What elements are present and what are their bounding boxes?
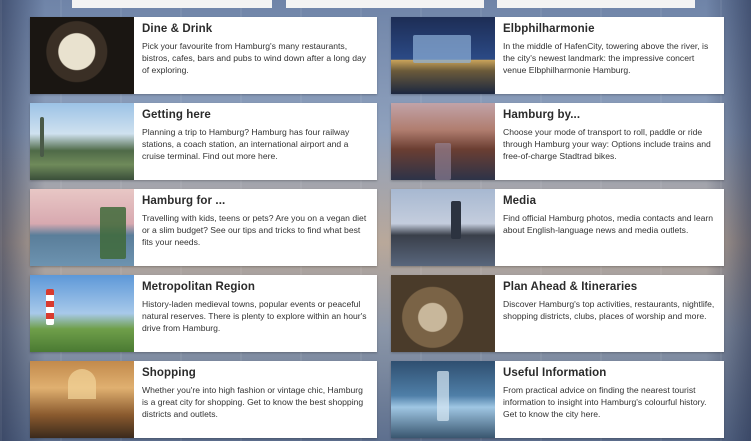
card-image[interactable] — [391, 361, 495, 438]
card-description: Travelling with kids, teens or pets? Are… — [142, 213, 367, 247]
card-body: Hamburg for ... Travelling with kids, te… — [134, 189, 377, 266]
card-body: Useful Information From practical advice… — [495, 361, 724, 438]
card-plan-ahead[interactable]: Plan Ahead & Itineraries Discover Hambur… — [391, 275, 724, 352]
card-description: Pick your favourite from Hamburg's many … — [142, 41, 367, 75]
card-image[interactable] — [30, 361, 134, 438]
card-title[interactable]: Plan Ahead & Itineraries — [503, 281, 716, 293]
card-description: Find official Hamburg photos, media cont… — [503, 213, 714, 235]
card-body: Media Find official Hamburg photos, medi… — [495, 189, 724, 266]
card-media[interactable]: Media Find official Hamburg photos, medi… — [391, 189, 724, 266]
card-description: Whether you're into high fashion or vint… — [142, 385, 364, 419]
card-image[interactable] — [391, 275, 495, 352]
card-hamburg-for[interactable]: Hamburg for ... Travelling with kids, te… — [30, 189, 377, 266]
card-title[interactable]: Elbphilharmonie — [503, 23, 716, 35]
card-useful-information[interactable]: Useful Information From practical advice… — [391, 361, 724, 438]
card-body: Shopping Whether you're into high fashio… — [134, 361, 377, 438]
top-card-edge — [286, 0, 484, 8]
card-body: Plan Ahead & Itineraries Discover Hambur… — [495, 275, 724, 352]
card-image[interactable] — [30, 275, 134, 352]
card-image[interactable] — [391, 17, 495, 94]
card-getting-here[interactable]: Getting here Planning a trip to Hamburg?… — [30, 103, 377, 180]
top-card-edge — [497, 0, 695, 8]
card-title[interactable]: Hamburg by... — [503, 109, 716, 121]
card-image[interactable] — [391, 189, 495, 266]
card-body: Metropolitan Region History-laden mediev… — [134, 275, 377, 352]
card-image[interactable] — [391, 103, 495, 180]
card-body: Getting here Planning a trip to Hamburg?… — [134, 103, 377, 180]
card-description: From practical advice on finding the nea… — [503, 385, 707, 419]
card-title[interactable]: Hamburg for ... — [142, 195, 369, 207]
card-description: History-laden medieval towns, popular ev… — [142, 299, 367, 333]
card-title[interactable]: Media — [503, 195, 716, 207]
card-body: Hamburg by... Choose your mode of transp… — [495, 103, 724, 180]
card-description: In the middle of HafenCity, towering abo… — [503, 41, 709, 75]
card-description: Discover Hamburg's top activities, resta… — [503, 299, 715, 321]
topic-card-grid: Dine & Drink Pick your favourite from Ha… — [30, 17, 724, 438]
card-title[interactable]: Getting here — [142, 109, 369, 121]
card-metropolitan-region[interactable]: Metropolitan Region History-laden mediev… — [30, 275, 377, 352]
card-title[interactable]: Useful Information — [503, 367, 716, 379]
card-image[interactable] — [30, 103, 134, 180]
card-hamburg-by[interactable]: Hamburg by... Choose your mode of transp… — [391, 103, 724, 180]
card-shopping[interactable]: Shopping Whether you're into high fashio… — [30, 361, 377, 438]
card-body: Dine & Drink Pick your favourite from Ha… — [134, 17, 377, 94]
card-dine-drink[interactable]: Dine & Drink Pick your favourite from Ha… — [30, 17, 377, 94]
top-card-edge — [72, 0, 272, 8]
card-title[interactable]: Shopping — [142, 367, 369, 379]
card-description: Choose your mode of transport to roll, p… — [503, 127, 711, 161]
card-image[interactable] — [30, 17, 134, 94]
card-description: Planning a trip to Hamburg? Hamburg has … — [142, 127, 350, 161]
card-image[interactable] — [30, 189, 134, 266]
card-title[interactable]: Dine & Drink — [142, 23, 369, 35]
card-title[interactable]: Metropolitan Region — [142, 281, 369, 293]
card-body: Elbphilharmonie In the middle of HafenCi… — [495, 17, 724, 94]
card-elbphilharmonie[interactable]: Elbphilharmonie In the middle of HafenCi… — [391, 17, 724, 94]
